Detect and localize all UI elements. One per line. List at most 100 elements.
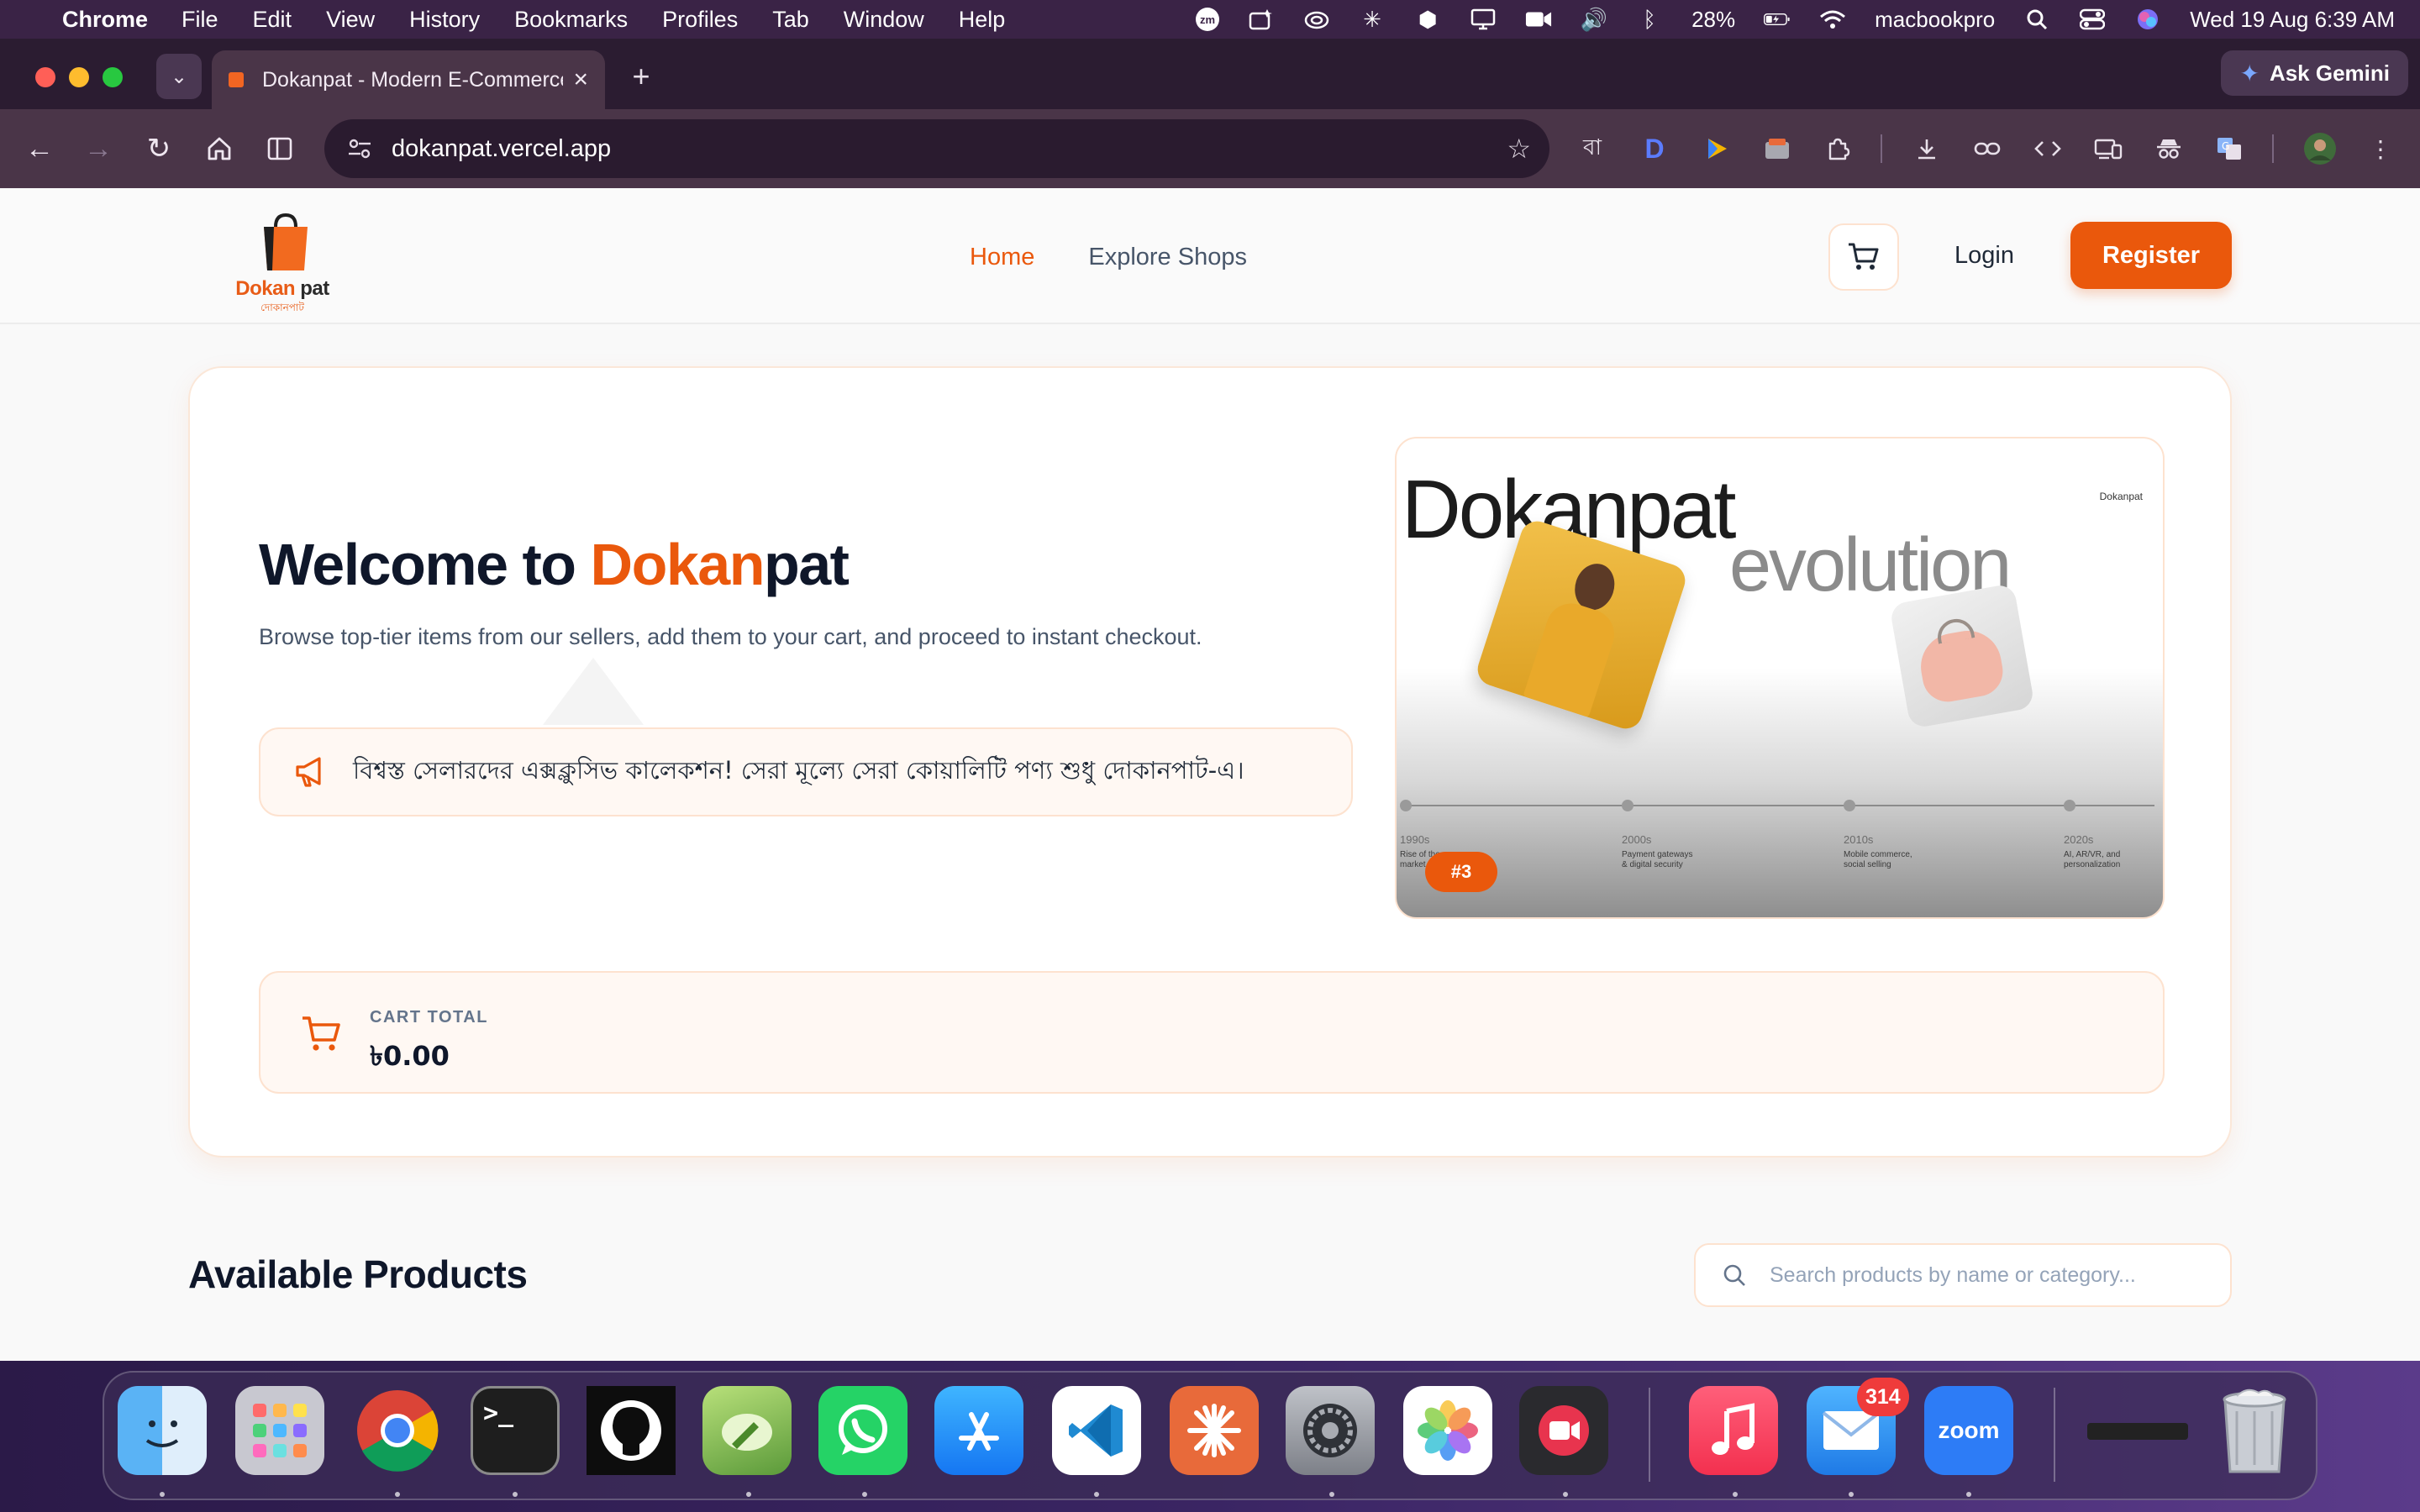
system-settings-app-icon[interactable]	[1286, 1386, 1375, 1475]
creative-cloud-icon[interactable]	[1303, 8, 1330, 31]
screen-recorder-app-icon[interactable]	[1519, 1386, 1608, 1475]
whatsapp-app-icon[interactable]	[818, 1386, 908, 1475]
claude-app-icon[interactable]	[1170, 1386, 1259, 1475]
spotlight-search-icon[interactable]	[2023, 8, 2050, 31]
window-zoom-button[interactable]	[103, 67, 123, 87]
menu-edit[interactable]: Edit	[253, 7, 292, 33]
new-tab-plus-icon[interactable]: +	[620, 55, 662, 97]
rocket-typist-app-icon[interactable]	[702, 1386, 792, 1475]
hero-title-brand-dark: pat	[763, 532, 850, 597]
window-close-button[interactable]	[35, 67, 55, 87]
downloads-icon[interactable]	[1909, 131, 1944, 166]
translate-icon[interactable]: G	[2212, 131, 2247, 166]
nav-explore-shops-link[interactable]: Explore Shops	[1088, 244, 1247, 271]
menu-window[interactable]: Window	[844, 7, 924, 33]
cart-button[interactable]	[1828, 223, 1899, 291]
code-icon[interactable]	[2030, 131, 2065, 166]
split-view-icon[interactable]	[259, 128, 301, 170]
site-info-tune-icon[interactable]	[343, 132, 376, 165]
menu-history[interactable]: History	[409, 7, 480, 33]
chrome-menu-kebab-icon[interactable]: ⋮	[2363, 131, 2398, 166]
wifi-icon[interactable]	[1819, 8, 1846, 31]
menu-view[interactable]: View	[326, 7, 375, 33]
device-name[interactable]: macbookpro	[1875, 7, 1995, 33]
back-arrow-icon[interactable]: ←	[18, 128, 60, 170]
screen-capture-extension-icon[interactable]	[1760, 131, 1795, 166]
dock-divider	[2054, 1388, 2055, 1482]
screenshot-menu-icon[interactable]	[1248, 8, 1275, 31]
app-store-app-icon[interactable]	[934, 1386, 1023, 1475]
menu-tab[interactable]: Tab	[772, 7, 809, 33]
site-logo[interactable]: Dokan pat দোকানপাট	[230, 212, 334, 313]
tab-close-icon[interactable]: ×	[573, 66, 588, 94]
music-app-icon[interactable]	[1689, 1386, 1778, 1475]
tab-search-chevron-icon[interactable]: ⌄	[156, 54, 202, 99]
menu-clock[interactable]: Wed 19 Aug 6:39 AM	[2190, 7, 2395, 33]
product-search-input[interactable]	[1770, 1263, 2230, 1288]
timeline-year: 1990s	[1400, 833, 1430, 846]
menu-file[interactable]: File	[182, 7, 218, 33]
menu-bookmarks[interactable]: Bookmarks	[514, 7, 628, 33]
dock-running-indicator	[160, 1492, 165, 1497]
terminal-app-icon[interactable]: >_	[471, 1386, 560, 1475]
display-icon[interactable]	[1470, 8, 1497, 31]
photos-app-icon[interactable]	[1403, 1386, 1492, 1475]
vscode-app-icon[interactable]	[1052, 1386, 1141, 1475]
timeline-line	[1407, 805, 2154, 806]
timeline-caption: Payment gateways & digital security	[1622, 850, 1693, 869]
play-extension-icon[interactable]	[1699, 131, 1734, 166]
browser-tab-active[interactable]: Dokanpat - Modern E-Commerce ×	[212, 50, 605, 109]
page-viewport: Dokan pat দোকানপাট Home Explore Shops Lo…	[0, 188, 2420, 1361]
incognito-icon[interactable]	[2151, 131, 2186, 166]
window-minimize-button[interactable]	[69, 67, 89, 87]
search-icon	[1723, 1264, 1745, 1286]
login-link[interactable]: Login	[1954, 242, 2014, 270]
forward-arrow-icon[interactable]: →	[77, 128, 119, 170]
nav-home-link[interactable]: Home	[970, 244, 1034, 271]
dock-running-indicator	[395, 1492, 400, 1497]
d-extension-icon[interactable]: D	[1637, 131, 1672, 166]
bangla-keyboard-extension-icon[interactable]: বা	[1575, 131, 1610, 166]
cart-total-icon	[302, 1016, 340, 1051]
claude-menu-icon[interactable]: ✳	[1359, 7, 1386, 32]
cart-icon	[1849, 243, 1879, 270]
product-search-box[interactable]	[1694, 1243, 2232, 1307]
address-bar[interactable]: dokanpat.vercel.app ☆	[324, 119, 1549, 178]
cart-total-panel: CART TOTAL ৳0.00	[259, 971, 2165, 1094]
video-camera-icon[interactable]	[1525, 8, 1552, 31]
svg-text:G: G	[2222, 140, 2229, 152]
bluetooth-icon[interactable]: ᛒ	[1636, 7, 1663, 32]
github-desktop-app-icon[interactable]	[587, 1386, 676, 1475]
finder-app-icon[interactable]	[118, 1386, 207, 1475]
hero-carousel-image[interactable]: Dokanpat evolution Dokanpat 1990s 2000s …	[1395, 437, 2165, 919]
extensions-puzzle-icon[interactable]	[1820, 131, 1855, 166]
reload-icon[interactable]: ↻	[138, 128, 180, 170]
menu-help[interactable]: Help	[959, 7, 1006, 33]
siri-icon[interactable]	[2134, 8, 2161, 31]
gemini-sparkle-icon: ✦	[2239, 60, 2260, 87]
trash-app-icon[interactable]	[2210, 1386, 2299, 1475]
zoom-app-icon[interactable]: zoom	[1924, 1386, 2013, 1475]
link-icon[interactable]	[1970, 131, 2005, 166]
menu-app-name[interactable]: Chrome	[62, 7, 148, 33]
volume-icon[interactable]: 🔊	[1581, 7, 1607, 32]
promo-banner: বিশ্বস্ত সেলারদের এক্সক্লুসিভ কালেকশন! স…	[259, 727, 1353, 816]
menu-profiles[interactable]: Profiles	[662, 7, 738, 33]
minimized-window-thumbnail[interactable]	[2087, 1423, 2188, 1440]
battery-charging-icon[interactable]	[1764, 8, 1791, 31]
hexagon-app-icon[interactable]: ⬢	[1414, 7, 1441, 32]
timeline-dot	[1844, 800, 1855, 811]
profile-avatar[interactable]	[2302, 131, 2338, 166]
ask-gemini-button[interactable]: ✦ Ask Gemini	[2221, 50, 2408, 96]
address-url[interactable]: dokanpat.vercel.app	[392, 135, 1507, 163]
register-button[interactable]: Register	[2070, 222, 2232, 289]
dock-running-indicator	[1733, 1492, 1738, 1497]
home-icon[interactable]	[198, 128, 240, 170]
ask-gemini-label: Ask Gemini	[2269, 60, 2390, 86]
zoom-menu-icon[interactable]: zm	[1196, 8, 1220, 31]
chrome-app-icon[interactable]	[353, 1386, 442, 1475]
control-center-icon[interactable]	[2079, 8, 2106, 31]
bookmark-star-icon[interactable]: ☆	[1507, 133, 1531, 165]
responsive-devices-icon[interactable]	[2091, 131, 2126, 166]
launchpad-app-icon[interactable]	[235, 1386, 324, 1475]
